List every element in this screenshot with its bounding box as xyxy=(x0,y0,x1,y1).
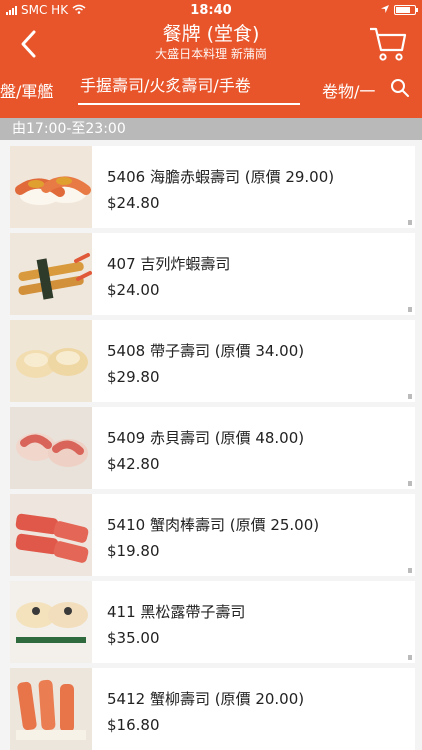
tab-category-active[interactable]: 手握壽司/火炙壽司/手卷 xyxy=(80,72,251,96)
food-image xyxy=(10,407,92,489)
item-name: 5408 帶子壽司 (原價 34.00) xyxy=(107,342,305,360)
item-name: 5412 蟹柳壽司 (原價 20.00) xyxy=(107,690,305,708)
item-name: 407 吉列炸蝦壽司 xyxy=(107,255,231,273)
item-name: 411 黑松露帶子壽司 xyxy=(107,603,246,621)
food-image xyxy=(10,146,92,228)
status-time: 18:40 xyxy=(190,3,232,18)
item-name: 5409 赤貝壽司 (原價 48.00) xyxy=(107,429,305,447)
menu-item[interactable]: 411 黑松露帶子壽司 $35.00 xyxy=(10,581,415,663)
page-title: 餐牌 (堂食) xyxy=(162,23,260,45)
battery-icon xyxy=(394,5,418,15)
search-icon xyxy=(391,79,409,97)
active-tab-indicator xyxy=(78,103,300,105)
tag-icon xyxy=(408,481,412,486)
item-price: $19.80 xyxy=(107,542,160,560)
menu-item[interactable]: 5406 海膽赤蝦壽司 (原價 29.00) $24.80 xyxy=(10,146,415,228)
menu-item[interactable]: 407 吉列炸蝦壽司 $24.00 xyxy=(10,233,415,315)
time-range-bar: 由17:00-至23:00 xyxy=(0,118,422,140)
location-icon xyxy=(380,3,390,17)
item-price: $29.80 xyxy=(107,368,160,386)
tag-icon xyxy=(408,655,412,660)
food-image xyxy=(10,581,92,663)
status-bar: SMC HK 18:40 xyxy=(0,0,422,20)
app-header: SMC HK 18:40 餐牌 (堂食) 大盛日本料理 新蒲崗 盤/軍艦 卷物/… xyxy=(0,0,422,120)
item-price: $24.80 xyxy=(107,194,160,212)
item-price: $24.00 xyxy=(107,281,160,299)
item-name: 5410 蟹肉棒壽司 (原價 25.00) xyxy=(107,516,320,534)
tab-category-left[interactable]: 盤/軍艦 xyxy=(0,78,53,102)
food-image xyxy=(10,233,92,315)
item-price: $35.00 xyxy=(107,629,160,647)
menu-item[interactable]: 5409 赤貝壽司 (原價 48.00) $42.80 xyxy=(10,407,415,489)
cart-button[interactable] xyxy=(368,24,408,64)
menu-item[interactable]: 5412 蟹柳壽司 (原價 20.00) $16.80 xyxy=(10,668,415,750)
menu-item[interactable]: 5408 帶子壽司 (原價 34.00) $29.80 xyxy=(10,320,415,402)
tag-icon xyxy=(408,394,412,399)
tag-icon xyxy=(408,220,412,225)
cart-icon xyxy=(370,27,407,61)
food-image xyxy=(10,668,92,750)
item-name: 5406 海膽赤蝦壽司 (原價 29.00) xyxy=(107,168,335,186)
tag-icon xyxy=(408,568,412,573)
menu-item[interactable]: 5410 蟹肉棒壽司 (原價 25.00) $19.80 xyxy=(10,494,415,576)
item-price: $16.80 xyxy=(107,716,160,734)
search-button[interactable] xyxy=(390,78,410,98)
tab-category-right[interactable]: 卷物/一 xyxy=(322,78,375,102)
food-image xyxy=(10,320,92,402)
tag-icon xyxy=(408,307,412,312)
food-image xyxy=(10,494,92,576)
item-price: $42.80 xyxy=(107,455,160,473)
header-titles: 餐牌 (堂食) 大盛日本料理 新蒲崗 xyxy=(0,22,422,62)
restaurant-name: 大盛日本料理 新蒲崗 xyxy=(155,47,267,61)
